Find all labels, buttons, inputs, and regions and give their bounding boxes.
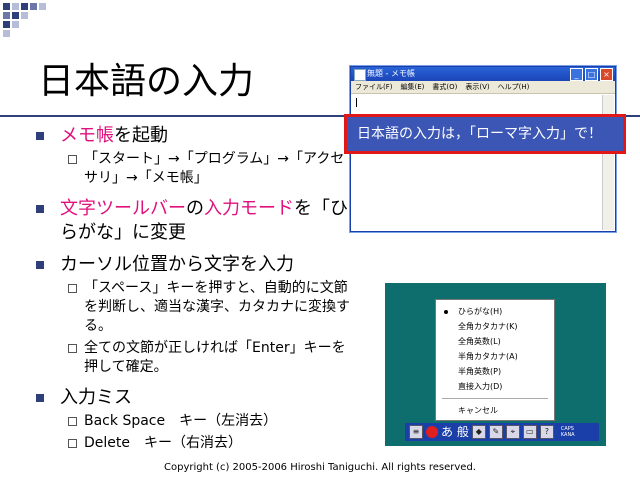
menu-separator [442,398,548,399]
ime-logo-icon[interactable] [426,426,438,438]
notepad-title: 無題 - メモ帳 [367,69,415,78]
sub-bullet-text: Delete キー（右消去） [84,435,242,451]
help-icon[interactable]: ? [539,425,554,439]
toolbar-grip-icon[interactable]: ≡ [409,425,423,439]
menu-item-label: ひらがな(H) [458,307,503,316]
bullet-text: を起動 [114,125,168,146]
copyright-footer: Copyright (c) 2005-2006 Hiroshi Taniguch… [164,462,476,473]
menu-item-label: 全角カタカナ(K) [458,322,518,331]
notepad-app-icon [354,69,366,81]
bullet-square-icon [36,394,44,402]
input-mode-highlight: 入力モード [204,198,294,219]
menu-item-hiragana[interactable]: ひらがな(H) [436,304,554,319]
menu-item-cancel[interactable]: キャンセル [436,403,554,418]
bullet-square-icon [36,132,44,140]
sub-bullet-box-icon [68,284,77,293]
notepad-highlight: メモ帳 [60,125,114,146]
bullet-text: カーソル位置から文字を入力 [60,254,294,275]
bullet-launch-notepad: メモ帳を起動 [34,124,354,148]
menu-view[interactable]: 表示(V) [465,81,489,93]
input-mode-indicator[interactable]: あ 般 [441,424,469,440]
bullet-square-icon [36,261,44,269]
caps-kana-status: CAPS KANA [561,426,575,438]
slide-title: 日本語の入力 [38,61,255,102]
window-controls: _ □ × [570,68,613,81]
ime-screenshot: ひらがな(H) 全角カタカナ(K) 全角英数(L) 半角カタカナ(A) 半角英数… [385,283,606,446]
kana-label: KANA [560,432,575,438]
menu-file[interactable]: ファイル(F) [355,81,393,93]
sub-bullet-start-path: 「スタート」→「プログラム」→「アクセサリ」→「メモ帳」 [34,150,354,188]
keyboard-icon[interactable]: ▭ [522,425,537,439]
sub-bullet-text: 「スタート」→「プログラム」→「アクセサリ」→「メモ帳」 [84,151,345,186]
ime-pad-icon[interactable]: ✎ [488,425,503,439]
close-icon[interactable]: × [600,68,613,81]
tool-icon[interactable]: ⌖ [505,425,520,439]
menu-item-fullwidth-katakana[interactable]: 全角カタカナ(K) [436,319,554,334]
menu-item-direct-input[interactable]: 直接入力(D) [436,379,554,394]
menu-item-label: キャンセル [458,406,498,415]
bullet-list: メモ帳を起動 「スタート」→「プログラム」→「アクセサリ」→「メモ帳」 文字ツー… [34,124,354,456]
menu-item-label: 半角英数(P) [458,367,502,376]
menu-item-halfwidth-alnum[interactable]: 半角英数(P) [436,364,554,379]
sub-bullet-box-icon [68,155,77,164]
romaji-input-callout: 日本語の入力は，「ローマ字入力」で！ [344,114,626,154]
sub-bullet-text: Back Space キー（左消去） [84,413,278,429]
bullet-text: 入力ミス [60,387,132,408]
conversion-mode-icon[interactable]: ◆ [471,425,486,439]
menu-help[interactable]: ヘルプ(H) [498,81,530,93]
bullet-text: の [186,198,204,219]
sub-bullet-text: 「スペース」キーを押すと、自動的に文節を判断し、適当な漢字、カタカナに変換する。 [84,280,350,334]
menu-item-label: 全角英数(L) [458,337,501,346]
sub-bullet-enter-key: 全ての文節が正しければ「Enter」キーを押して確定。 [34,339,354,377]
menu-item-label: 直接入力(D) [458,382,503,391]
sub-bullet-backspace: Back Space キー（左消去） [34,412,354,431]
bullet-square-icon [36,205,44,213]
toolbar-highlight: 文字ツールバー [60,198,186,219]
bullet-input-error: 入力ミス [34,386,354,410]
menu-item-halfwidth-katakana[interactable]: 半角カタカナ(A) [436,349,554,364]
minimize-icon[interactable]: _ [570,68,583,81]
notepad-menubar: ファイル(F) 編集(E) 書式(O) 表示(V) ヘルプ(H) [351,81,615,94]
input-mode-menu: ひらがな(H) 全角カタカナ(K) 全角英数(L) 半角カタカナ(A) 半角英数… [435,299,555,421]
sub-bullet-box-icon [68,344,77,353]
selected-dot-icon [444,310,448,314]
menu-format[interactable]: 書式(O) [432,81,457,93]
bullet-type-text: カーソル位置から文字を入力 [34,253,354,277]
sub-bullet-space-key: 「スペース」キーを押すと、自動的に文節を判断し、適当な漢字、カタカナに変換する。 [34,279,354,336]
menu-edit[interactable]: 編集(E) [401,81,425,93]
sub-bullet-box-icon [68,417,77,426]
sub-bullet-box-icon [68,439,77,448]
bullet-input-mode: 文字ツールバーの入力モードを「ひらがな」に変更 [34,197,354,245]
menu-item-label: 半角カタカナ(A) [458,352,518,361]
sub-bullet-text: 全ての文節が正しければ「Enter」キーを押して確定。 [84,340,346,375]
notepad-titlebar[interactable]: 無題 - メモ帳 _ □ × [351,67,615,81]
maximize-icon[interactable]: □ [585,68,598,81]
language-toolbar: ≡ あ 般 ◆ ✎ ⌖ ▭ ? CAPS KANA [405,423,599,441]
text-caret [356,98,357,107]
decorative-checker [0,0,60,40]
menu-item-fullwidth-alnum[interactable]: 全角英数(L) [436,334,554,349]
sub-bullet-delete: Delete キー（右消去） [34,434,354,453]
